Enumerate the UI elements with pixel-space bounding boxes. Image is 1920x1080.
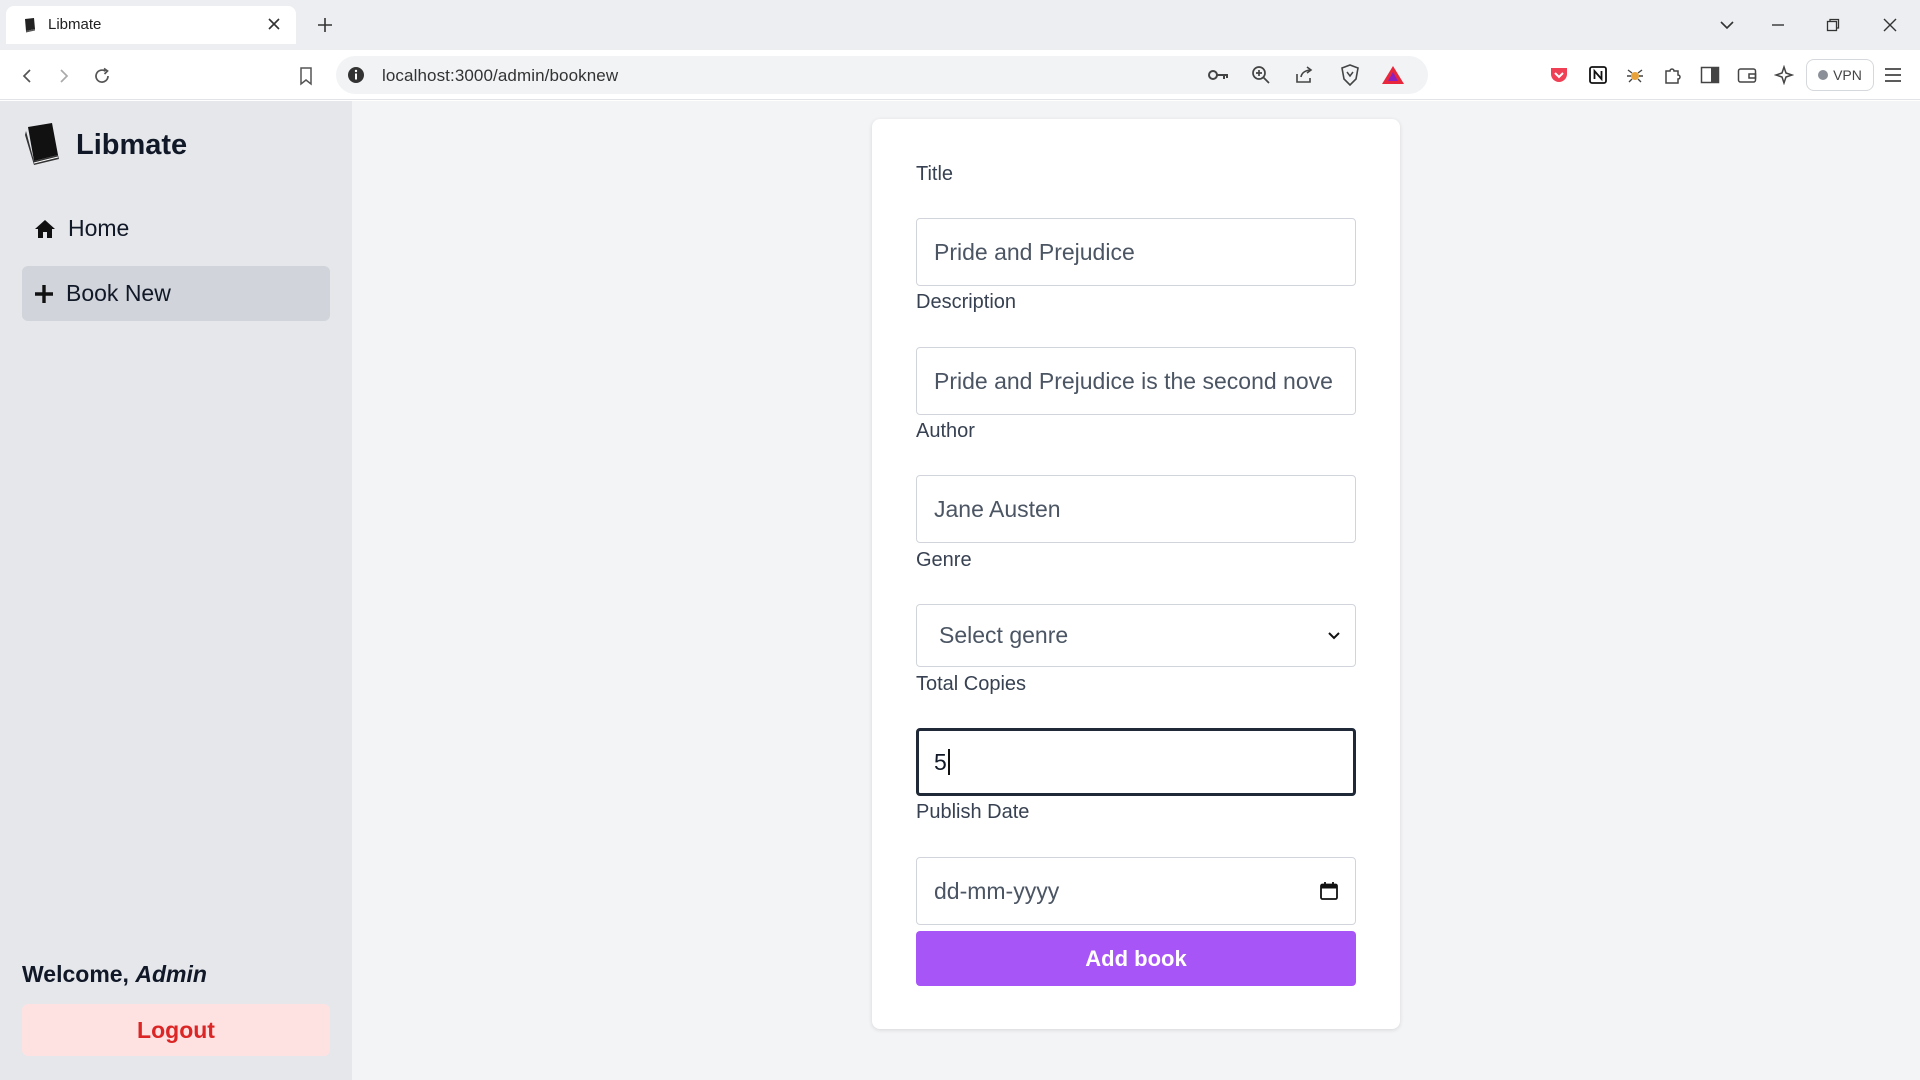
- chevron-down-icon: [1328, 631, 1340, 639]
- welcome-prefix: Welcome,: [22, 961, 136, 987]
- welcome-message: Welcome, Admin: [22, 961, 207, 988]
- publish-date-input[interactable]: dd-mm-yyyy: [916, 857, 1356, 925]
- welcome-username: Admin: [135, 961, 207, 987]
- sidebar-item-label: Home: [68, 215, 130, 241]
- leo-ai-icon[interactable]: [1771, 62, 1797, 88]
- sidebar-item-label: Book New: [66, 280, 171, 306]
- title-input[interactable]: Pride and Prejudice: [916, 218, 1356, 286]
- genre-label: Genre: [916, 549, 972, 571]
- brave-rewards-icon[interactable]: [1380, 62, 1406, 88]
- text-caret: [947, 749, 950, 775]
- browser-tab-bar: Libmate: [0, 0, 1920, 50]
- description-label: Description: [916, 291, 1017, 313]
- site-info-icon[interactable]: [346, 65, 366, 85]
- title-label: Title: [916, 163, 954, 185]
- logo[interactable]: Libmate: [22, 123, 187, 167]
- bookmark-icon[interactable]: [292, 62, 320, 90]
- total-copies-value: 5: [934, 748, 947, 775]
- genre-selected-value: Select genre: [939, 622, 1069, 648]
- total-copies-input[interactable]: 5: [916, 728, 1356, 796]
- sidebar-item-home[interactable]: Home: [22, 201, 330, 256]
- address-bar[interactable]: localhost:3000/admin/booknew: [336, 56, 1428, 94]
- tab-title: Libmate: [48, 16, 102, 33]
- publish-date-placeholder: dd-mm-yyyy: [934, 877, 1060, 904]
- menu-icon[interactable]: [1880, 62, 1906, 88]
- vpn-button[interactable]: VPN: [1806, 59, 1874, 91]
- home-icon: [35, 219, 55, 238]
- sidebar-toggle-icon[interactable]: [1697, 62, 1723, 88]
- publish-date-label: Publish Date: [916, 801, 1030, 823]
- tab-close-icon[interactable]: [262, 12, 286, 36]
- vpn-status-dot: [1818, 70, 1829, 80]
- extensions-puzzle-icon[interactable]: [1659, 62, 1685, 88]
- author-label: Author: [916, 420, 975, 442]
- calendar-icon[interactable]: [1319, 881, 1339, 901]
- add-book-button[interactable]: Add book: [916, 931, 1356, 986]
- restore-icon[interactable]: [1818, 10, 1848, 40]
- book-favicon-icon: [25, 18, 35, 33]
- logo-text: Libmate: [76, 128, 188, 161]
- main-content: Title Pride and Prejudice Description Pr…: [352, 101, 1920, 1080]
- notion-icon[interactable]: [1585, 62, 1611, 88]
- description-input[interactable]: Pride and Prejudice is the second nove: [916, 347, 1356, 415]
- author-value: Jane Austen: [934, 495, 1061, 522]
- add-book-form: Title Pride and Prejudice Description Pr…: [872, 119, 1400, 1029]
- browser-toolbar: localhost:3000/admin/booknew VPN: [0, 50, 1920, 100]
- forward-icon[interactable]: [50, 62, 78, 90]
- sidebar: Libmate Home Book New Welcome, Admin Log…: [0, 101, 352, 1080]
- extension-bug-icon[interactable]: [1622, 62, 1648, 88]
- share-icon[interactable]: [1291, 62, 1317, 88]
- genre-select[interactable]: Select genre: [916, 604, 1356, 667]
- browser-tab[interactable]: Libmate: [6, 6, 296, 44]
- title-value: Pride and Prejudice: [934, 238, 1135, 265]
- minimize-icon[interactable]: [1763, 10, 1793, 40]
- plus-icon: [35, 284, 53, 303]
- total-copies-label: Total Copies: [916, 673, 1027, 695]
- pocket-icon[interactable]: [1546, 62, 1572, 88]
- app-root: Libmate Home Book New Welcome, Admin Log…: [0, 101, 1920, 1080]
- sidebar-item-book-new[interactable]: Book New: [22, 266, 330, 321]
- wallet-icon[interactable]: [1734, 62, 1760, 88]
- tab-list-chevron-icon[interactable]: [1712, 10, 1742, 40]
- zoom-icon[interactable]: [1248, 62, 1274, 88]
- author-input[interactable]: Jane Austen: [916, 475, 1356, 543]
- back-icon[interactable]: [13, 62, 41, 90]
- reload-icon[interactable]: [88, 62, 116, 90]
- new-tab-icon[interactable]: [312, 12, 338, 38]
- vpn-label: VPN: [1833, 67, 1862, 83]
- book-logo-icon: [25, 123, 59, 165]
- description-value: Pride and Prejudice is the second nove: [934, 367, 1333, 394]
- logout-button[interactable]: Logout: [22, 1004, 330, 1056]
- password-key-icon[interactable]: [1206, 62, 1232, 88]
- close-window-icon[interactable]: [1875, 10, 1905, 40]
- url-text[interactable]: localhost:3000/admin/booknew: [382, 66, 618, 86]
- brave-shields-icon[interactable]: [1337, 62, 1363, 88]
